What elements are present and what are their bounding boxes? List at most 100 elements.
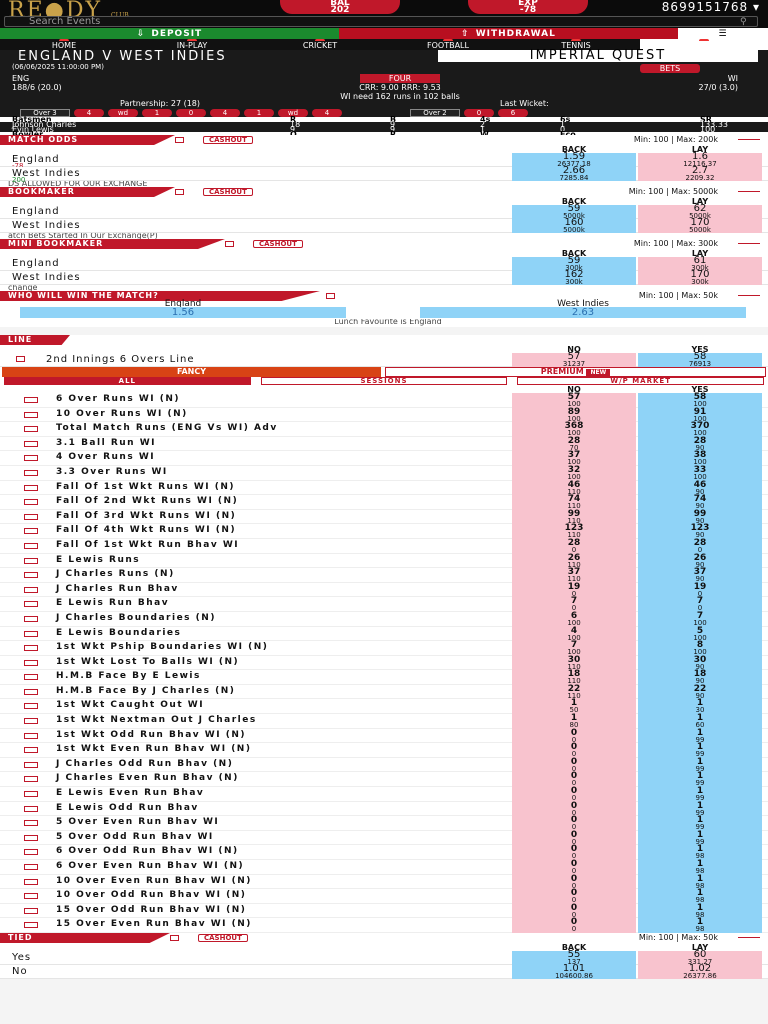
no-odds-cell[interactable]: 57 100 (512, 393, 636, 408)
yes-odds-cell[interactable]: 70 (638, 597, 762, 612)
fancy-checkbox[interactable] (24, 513, 38, 520)
fancy-checkbox[interactable] (24, 718, 38, 725)
mini-checkbox[interactable] (225, 241, 234, 247)
bookmaker-checkbox[interactable] (175, 189, 184, 195)
yes-odds-cell[interactable]: 1 99 (638, 757, 762, 773)
fancy-checkbox[interactable] (24, 426, 38, 433)
fancy-checkbox[interactable] (24, 455, 38, 462)
no-odds-cell[interactable]: 00 (512, 787, 636, 802)
bookmaker-cashout-button[interactable]: CASHOUT (203, 188, 253, 196)
fancy-checkbox[interactable] (24, 776, 38, 783)
winner-odds-england[interactable]: 1.56 (20, 307, 346, 318)
no-odds-cell[interactable]: 46 110 (512, 480, 636, 496)
yes-odds-cell[interactable]: 74 90 (638, 495, 762, 510)
no-odds-cell[interactable]: 74 110 (512, 495, 636, 510)
fancy-checkbox[interactable] (24, 922, 38, 929)
back-odds-cell[interactable]: 1.01 104600.86 (512, 963, 636, 979)
fancy-checkbox[interactable] (24, 469, 38, 476)
no-odds-cell[interactable]: 00 (512, 757, 636, 773)
fancy-checkbox[interactable] (24, 761, 38, 768)
line-yes-cell[interactable]: 58 76913 (638, 352, 762, 368)
lay-odds-cell[interactable]: 2.7 2209.32 (638, 166, 762, 182)
no-odds-cell[interactable]: 1 80 (512, 714, 636, 729)
yes-odds-cell[interactable]: 5 100 (638, 626, 762, 642)
nav-football[interactable]: FOOTBALL (384, 39, 512, 50)
yes-odds-cell[interactable]: 8 100 (638, 641, 762, 656)
fancy-checkbox[interactable] (24, 645, 38, 652)
no-odds-cell[interactable]: 30 110 (512, 655, 636, 671)
tied-cashout-button[interactable]: CASHOUT (198, 933, 248, 942)
fancy-checkbox[interactable] (24, 572, 38, 579)
fancy-button[interactable]: FANCY (2, 367, 381, 377)
no-odds-cell[interactable]: 28 70 (512, 436, 636, 452)
line-checkbox[interactable] (16, 356, 25, 362)
yes-odds-cell[interactable]: 46 90 (638, 480, 762, 496)
no-odds-cell[interactable]: 00 (512, 772, 636, 788)
no-odds-cell[interactable]: 00 (512, 903, 636, 919)
no-odds-cell[interactable]: 89 100 (512, 407, 636, 423)
yes-odds-cell[interactable]: 7 100 (638, 611, 762, 627)
menu-icon[interactable]: ☰ (678, 28, 768, 39)
no-odds-cell[interactable]: 00 (512, 845, 636, 860)
back-odds-cell[interactable]: 160 5000k (512, 218, 636, 234)
yes-odds-cell[interactable]: 1 98 (638, 918, 762, 933)
no-odds-cell[interactable]: 28 0 (512, 538, 636, 554)
search-input[interactable]: Search Events ⚲ (4, 16, 758, 27)
tied-checkbox[interactable] (170, 934, 179, 941)
yes-odds-cell[interactable]: 123 90 (638, 524, 762, 539)
yes-odds-cell[interactable]: 91 100 (638, 407, 762, 423)
back-odds-cell[interactable]: 162 300k (512, 270, 636, 286)
no-odds-cell[interactable]: 00 (512, 874, 636, 890)
search-icon[interactable]: ⚲ (740, 17, 747, 27)
match_odds-cashout-button[interactable]: CASHOUT (203, 136, 253, 144)
fancy-checkbox[interactable] (24, 411, 38, 418)
no-odds-cell[interactable]: 1 50 (512, 699, 636, 715)
yes-odds-cell[interactable]: 99 90 (638, 509, 762, 525)
yes-odds-cell[interactable]: 1 99 (638, 801, 762, 817)
no-odds-cell[interactable]: 99 110 (512, 509, 636, 525)
no-odds-cell[interactable]: 00 (512, 743, 636, 758)
minimize-icon[interactable] (738, 139, 760, 140)
fancy-checkbox[interactable] (24, 615, 38, 622)
fancy-checkbox[interactable] (24, 864, 38, 870)
yes-odds-cell[interactable]: 37 90 (638, 568, 762, 583)
no-odds-cell[interactable]: 00 (512, 889, 636, 904)
yes-odds-cell[interactable]: 28 90 (638, 436, 762, 452)
yes-odds-cell[interactable]: 1 99 (638, 728, 762, 744)
no-odds-cell[interactable]: 00 (512, 918, 636, 933)
fancy-checkbox[interactable] (24, 732, 38, 739)
tab-wpmarket[interactable]: W/P MARKET (517, 377, 765, 385)
minimize-icon[interactable] (738, 295, 760, 296)
fancy-checkbox[interactable] (24, 834, 38, 841)
yes-odds-cell[interactable]: 28 0 (638, 538, 762, 554)
fancy-checkbox[interactable] (24, 557, 38, 564)
yes-odds-cell[interactable]: 18 90 (638, 670, 762, 685)
no-odds-cell[interactable]: 123 110 (512, 524, 636, 539)
fancy-checkbox[interactable] (24, 528, 38, 535)
fancy-checkbox[interactable] (24, 849, 38, 856)
no-odds-cell[interactable]: 7 100 (512, 641, 636, 656)
lay-odds-cell[interactable]: 1.02 26377.86 (638, 963, 762, 979)
promo-banner[interactable]: IMPERIAL QUEST (438, 49, 758, 62)
fancy-checkbox[interactable] (24, 893, 38, 900)
fancy-checkbox[interactable] (24, 820, 38, 827)
fancy-checkbox[interactable] (24, 747, 38, 754)
no-odds-cell[interactable]: 6 100 (512, 611, 636, 627)
fancy-checkbox[interactable] (24, 542, 38, 549)
line-no-cell[interactable]: 57 31237 (512, 352, 636, 368)
fancy-checkbox[interactable] (24, 499, 38, 506)
no-odds-cell[interactable]: 22 110 (512, 684, 636, 700)
yes-odds-cell[interactable]: 1 99 (638, 772, 762, 788)
no-odds-cell[interactable]: 32 100 (512, 465, 636, 481)
no-odds-cell[interactable]: 00 (512, 801, 636, 817)
minimize-icon[interactable] (738, 936, 760, 938)
yes-odds-cell[interactable]: 22 90 (638, 684, 762, 700)
yes-odds-cell[interactable]: 370 100 (638, 422, 762, 437)
premium-button[interactable]: PREMIUM NEW (385, 367, 766, 377)
no-odds-cell[interactable]: 368 100 (512, 422, 636, 437)
withdrawal-button[interactable]: ⇧ WITHDRAWAL (339, 28, 678, 39)
exposure-pill[interactable]: EXP -78 (468, 0, 588, 15)
yes-odds-cell[interactable]: 1 98 (638, 845, 762, 860)
no-odds-cell[interactable]: 00 (512, 830, 636, 846)
yes-odds-cell[interactable]: 1 99 (638, 743, 762, 758)
